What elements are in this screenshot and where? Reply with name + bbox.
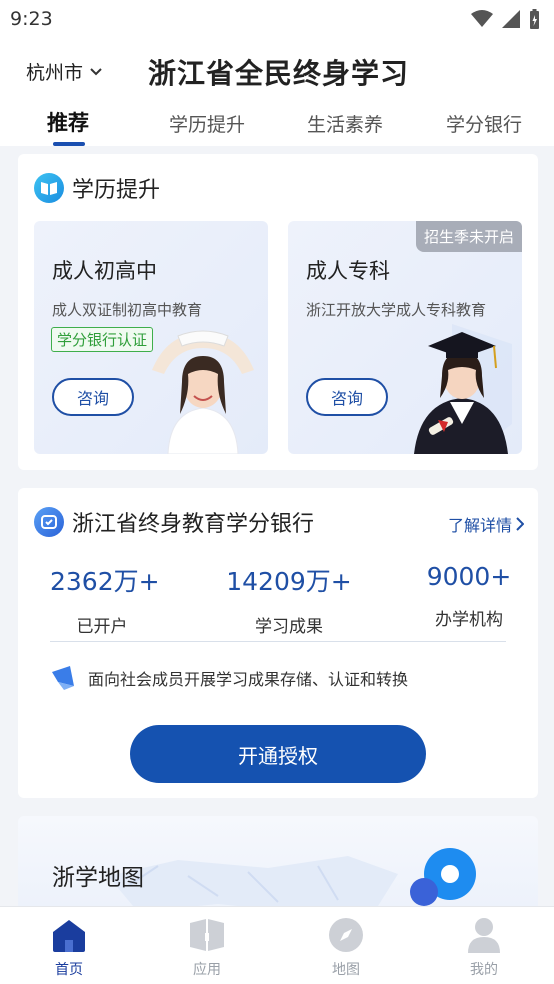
feature-text: 面向社会成员开展学习成果存储、认证和转换	[88, 670, 409, 689]
consult-button[interactable]: 咨询	[52, 378, 134, 416]
city-selector[interactable]: 杭州市	[26, 58, 103, 85]
credit-bank-icon	[34, 507, 64, 537]
consult-button[interactable]: 咨询	[306, 378, 388, 416]
education-header: 学历提升	[34, 172, 160, 204]
education-title: 学历提升	[72, 178, 161, 203]
tab-active-indicator	[53, 142, 85, 146]
program-desc: 成人双证制初高中教育	[52, 301, 203, 319]
graduate-illustration	[414, 324, 512, 454]
program-title: 成人初高中	[52, 259, 157, 283]
nav-label: 我的	[470, 962, 498, 978]
nav-label: 地图	[332, 962, 360, 978]
credit-bank-title: 浙江省终身教育学分银行	[72, 512, 315, 537]
compass-icon	[329, 918, 363, 952]
nav-label: 首页	[55, 962, 83, 978]
learn-more-link[interactable]: 了解详情	[448, 512, 524, 536]
map-title: 浙学地图	[52, 865, 144, 891]
enrollment-status-tag: 招生季未开启	[415, 221, 522, 252]
stat-institutions: 9000+ 办学机构	[422, 562, 516, 630]
wifi-icon	[471, 10, 493, 27]
open-authorization-button[interactable]: 开通授权	[130, 725, 426, 783]
book-icon	[34, 173, 64, 203]
program-card-adult-secondary[interactable]: 成人初高中 成人双证制初高中教育 学分银行认证 咨询	[34, 221, 268, 454]
battery-icon	[530, 9, 539, 29]
tab-education[interactable]: 学历提升	[169, 110, 245, 137]
student-illustration	[152, 330, 254, 454]
stat-value: 9000+	[426, 562, 512, 591]
stat-label: 学习成果	[255, 617, 323, 637]
header: 杭州市 浙江省全民终身学习 推荐 学历提升 生活素养 学分银行	[0, 40, 554, 146]
apps-icon	[190, 919, 224, 951]
program-title: 成人专科	[306, 259, 390, 283]
credit-bank-header: 浙江省终身教育学分银行	[34, 506, 314, 538]
signal-icon	[502, 10, 520, 28]
stat-achievements: 14209万+ 学习成果	[224, 562, 354, 637]
education-card: 学历提升 成人初高中 成人双证制初高中教育 学分银行认证 咨询 招生季未开启 成…	[18, 154, 538, 470]
divider	[50, 641, 506, 642]
feature-line: 面向社会成员开展学习成果存储、认证和转换	[50, 664, 408, 692]
credit-bank-card: 浙江省终身教育学分银行 了解详情 2362万+ 已开户 14209万+ 学习成果…	[18, 488, 538, 798]
chevron-right-icon	[516, 517, 524, 531]
nav-label: 应用	[193, 962, 221, 978]
tab-bar: 推荐 学历提升 生活素养 学分银行	[0, 104, 554, 146]
nav-profile[interactable]: 我的	[449, 917, 519, 979]
program-desc: 浙江开放大学成人专科教育	[306, 301, 487, 319]
status-icons	[471, 9, 540, 29]
tab-life[interactable]: 生活素养	[307, 110, 383, 137]
chevron-down-icon	[90, 67, 102, 75]
program-card-adult-college[interactable]: 招生季未开启 成人专科 浙江开放大学成人专科教育 咨询	[288, 221, 522, 454]
megaphone-icon	[52, 666, 74, 690]
stat-value: 2362万+	[50, 567, 160, 596]
nav-home[interactable]: 首页	[34, 917, 104, 979]
status-bar: 9:23	[0, 0, 554, 40]
tab-recommend[interactable]: 推荐	[47, 107, 89, 137]
app-title: 浙江省全民终身学习	[148, 57, 410, 90]
city-label: 杭州市	[26, 62, 84, 84]
stat-label: 办学机构	[435, 610, 503, 630]
stat-accounts: 2362万+ 已开户	[50, 562, 160, 637]
nav-map[interactable]: 地图	[311, 917, 381, 979]
status-time: 9:23	[10, 8, 53, 30]
home-icon	[53, 920, 85, 952]
certification-badge: 学分银行认证	[51, 327, 154, 352]
profile-icon	[468, 918, 500, 953]
bottom-nav: 首页 应用 地图 我的	[0, 906, 554, 984]
tab-credit-bank[interactable]: 学分银行	[446, 110, 522, 137]
learn-more-label: 了解详情	[447, 516, 512, 535]
stat-value: 14209万+	[226, 567, 352, 596]
nav-apps[interactable]: 应用	[172, 917, 242, 979]
stat-label: 已开户	[76, 617, 128, 637]
